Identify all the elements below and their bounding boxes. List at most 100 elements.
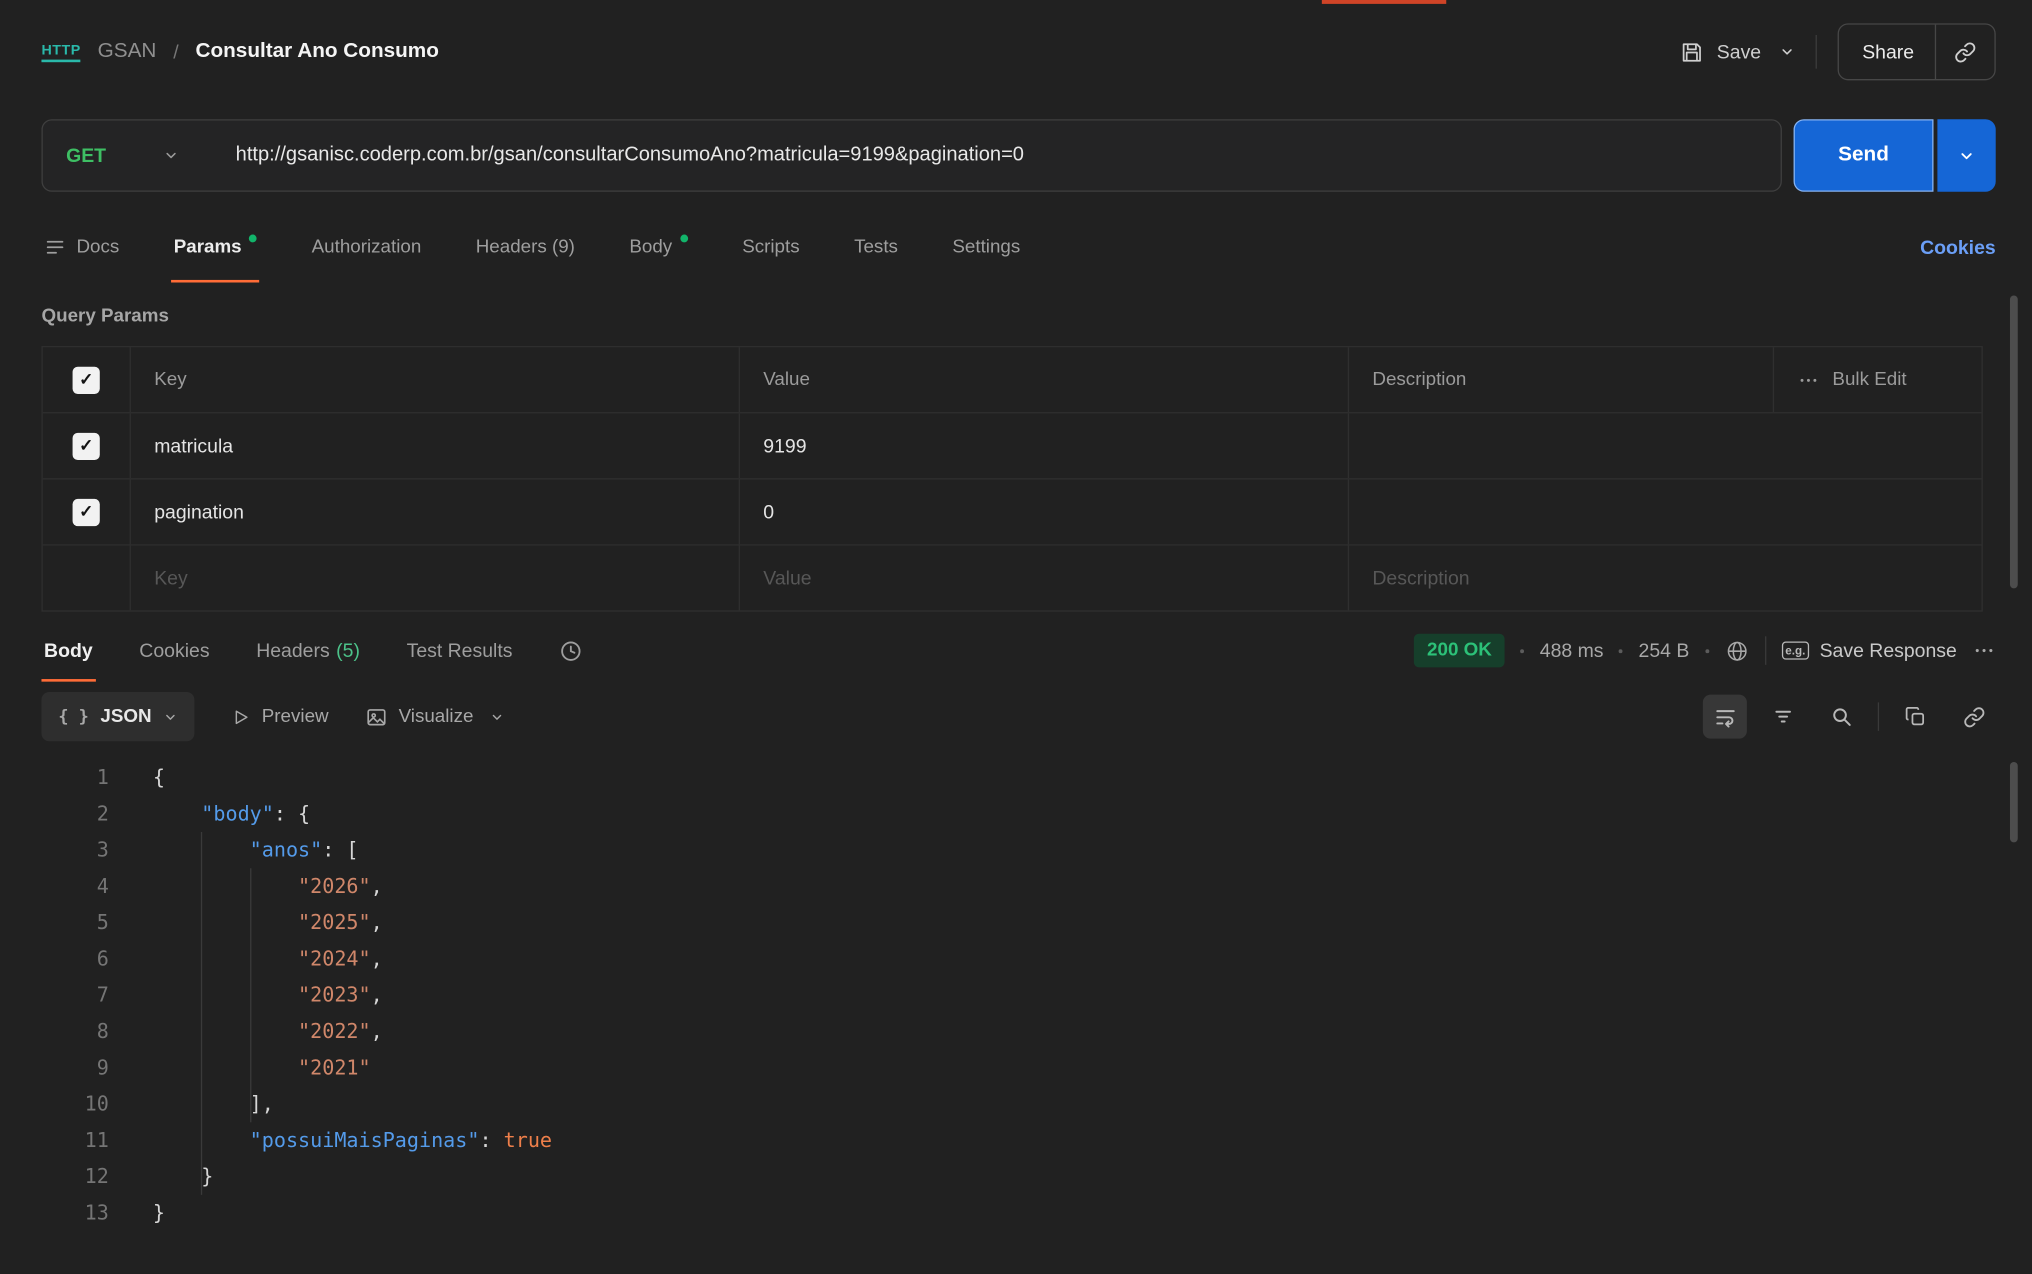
request-tabs: Docs Params Authorization Headers (9) Bo… (0, 213, 2032, 283)
param-row-pagination: ✓ pagination 0 (43, 478, 1982, 544)
search-button[interactable] (1819, 695, 1863, 739)
visualize-button[interactable]: Visualize (365, 706, 474, 728)
code-line: } (153, 1195, 552, 1231)
select-all-checkbox[interactable]: ✓ (73, 366, 100, 393)
copy-button[interactable] (1893, 695, 1937, 739)
format-selector[interactable]: { } JSON (41, 692, 194, 741)
header-actions: Save Share (1679, 23, 1996, 80)
response-tab-body[interactable]: Body (41, 619, 95, 681)
response-tab-test-results[interactable]: Test Results (404, 619, 515, 681)
play-icon (231, 707, 250, 726)
code-line: } (153, 1159, 552, 1195)
cookies-link[interactable]: Cookies (1920, 237, 1996, 259)
tab-docs[interactable]: Docs (41, 213, 121, 283)
row-checkbox[interactable]: ✓ (73, 432, 100, 459)
share-label: Share (1862, 41, 1914, 63)
line-number: 3 (0, 832, 109, 868)
tab-label: Headers (256, 640, 329, 662)
line-number: 1 (0, 759, 109, 795)
preview-button[interactable]: Preview (231, 706, 329, 727)
tab-params[interactable]: Params (171, 213, 260, 283)
code-line: "2022", (153, 1013, 552, 1049)
tab-tests[interactable]: Tests (851, 213, 900, 283)
postman-app: HTTP GSAN / Consultar Ano Consumo Save S… (0, 0, 2032, 1274)
response-more-options-icon[interactable] (1972, 639, 1995, 662)
page-title: Consultar Ano Consumo (195, 40, 438, 63)
param-description-placeholder[interactable]: Description (1348, 546, 1982, 611)
tab-label: Settings (952, 237, 1020, 258)
request-header: HTTP GSAN / Consultar Ano Consumo Save S… (0, 0, 2032, 104)
param-description[interactable] (1348, 479, 1982, 544)
wrap-text-button[interactable] (1703, 695, 1747, 739)
save-response-button[interactable]: e.g. Save Response (1781, 640, 1956, 662)
row-checkbox-cell (43, 546, 130, 611)
body-modified-dot (680, 235, 688, 243)
code-line: "2026", (153, 868, 552, 904)
response-tab-headers[interactable]: Headers (5) (254, 619, 363, 681)
send-options-chevron[interactable] (1937, 119, 1995, 192)
response-scrollbar[interactable] (2010, 762, 2018, 842)
visualize-chevron-icon[interactable] (490, 710, 504, 724)
response-body-viewer[interactable]: 12345678910111213 { "body": { "anos": [ … (0, 754, 2032, 1231)
header-divider (1816, 35, 1817, 69)
url-input[interactable] (236, 144, 1781, 167)
line-number-gutter: 12345678910111213 (0, 759, 109, 1231)
param-key[interactable]: pagination (130, 479, 739, 544)
breadcrumb-collection[interactable]: GSAN (98, 40, 157, 63)
code-line: "2025", (153, 905, 552, 941)
save-options-chevron[interactable] (1779, 44, 1795, 60)
line-number: 9 (0, 1050, 109, 1086)
code-line: "anos": [ (153, 832, 552, 868)
request-url-row: GET Send (0, 119, 2032, 192)
code-line: "possuiMaisPaginas": true (153, 1122, 552, 1158)
save-button[interactable]: Save (1679, 40, 1761, 65)
network-globe-icon[interactable] (1724, 638, 1749, 663)
param-row-matricula: ✓ matricula 9199 (43, 412, 1982, 478)
tab-settings[interactable]: Settings (950, 213, 1023, 283)
param-value[interactable]: 0 (739, 479, 1348, 544)
response-time[interactable]: 488 ms (1540, 640, 1604, 662)
view-actions-divider (1878, 702, 1879, 731)
method-selector[interactable]: GET (43, 144, 202, 166)
params-header-row: ✓ Key Value Description Bulk Edit (43, 347, 1982, 412)
share-button[interactable]: Share (1838, 23, 1996, 80)
response-link-icon[interactable] (1952, 695, 1996, 739)
line-number: 4 (0, 868, 109, 904)
bulk-edit-button[interactable]: Bulk Edit (1773, 347, 1982, 412)
param-value-placeholder[interactable]: Value (739, 546, 1348, 611)
line-number: 12 (0, 1159, 109, 1195)
breadcrumb: HTTP GSAN / Consultar Ano Consumo (41, 40, 438, 63)
line-number: 10 (0, 1086, 109, 1122)
row-checkbox[interactable]: ✓ (73, 498, 100, 525)
response-view-actions (1703, 695, 1996, 739)
active-tab-underline (41, 679, 95, 682)
tab-body[interactable]: Body (627, 213, 691, 283)
send-button[interactable]: Send (1794, 119, 1934, 192)
tab-scripts[interactable]: Scripts (740, 213, 803, 283)
save-icon (1679, 40, 1704, 65)
code-line: "2021" (153, 1050, 552, 1086)
param-description[interactable] (1348, 413, 1982, 478)
tab-headers[interactable]: Headers (9) (473, 213, 577, 283)
active-request-tab-indicator (1322, 0, 1446, 4)
response-size[interactable]: 254 B (1639, 640, 1690, 662)
tab-label: Scripts (742, 237, 799, 258)
filter-button[interactable] (1761, 695, 1805, 739)
params-modified-dot (249, 235, 257, 243)
param-key[interactable]: matricula (130, 413, 739, 478)
line-number: 6 (0, 941, 109, 977)
code-line: "2023", (153, 977, 552, 1013)
docs-icon (44, 237, 66, 259)
tab-label: Params (174, 237, 242, 258)
tab-authorization[interactable]: Authorization (309, 213, 424, 283)
response-history-icon[interactable] (559, 619, 584, 681)
headers-count: (5) (336, 640, 360, 662)
response-meta: 200 OK 488 ms 254 B e.g. Save Response (1414, 619, 1996, 681)
response-tab-cookies[interactable]: Cookies (137, 619, 212, 681)
line-number: 7 (0, 977, 109, 1013)
param-value[interactable]: 9199 (739, 413, 1348, 478)
copy-link-icon[interactable] (1936, 25, 1994, 79)
params-scrollbar[interactable] (2010, 295, 2018, 588)
status-badge[interactable]: 200 OK (1414, 634, 1505, 668)
param-key-placeholder[interactable]: Key (130, 546, 739, 611)
